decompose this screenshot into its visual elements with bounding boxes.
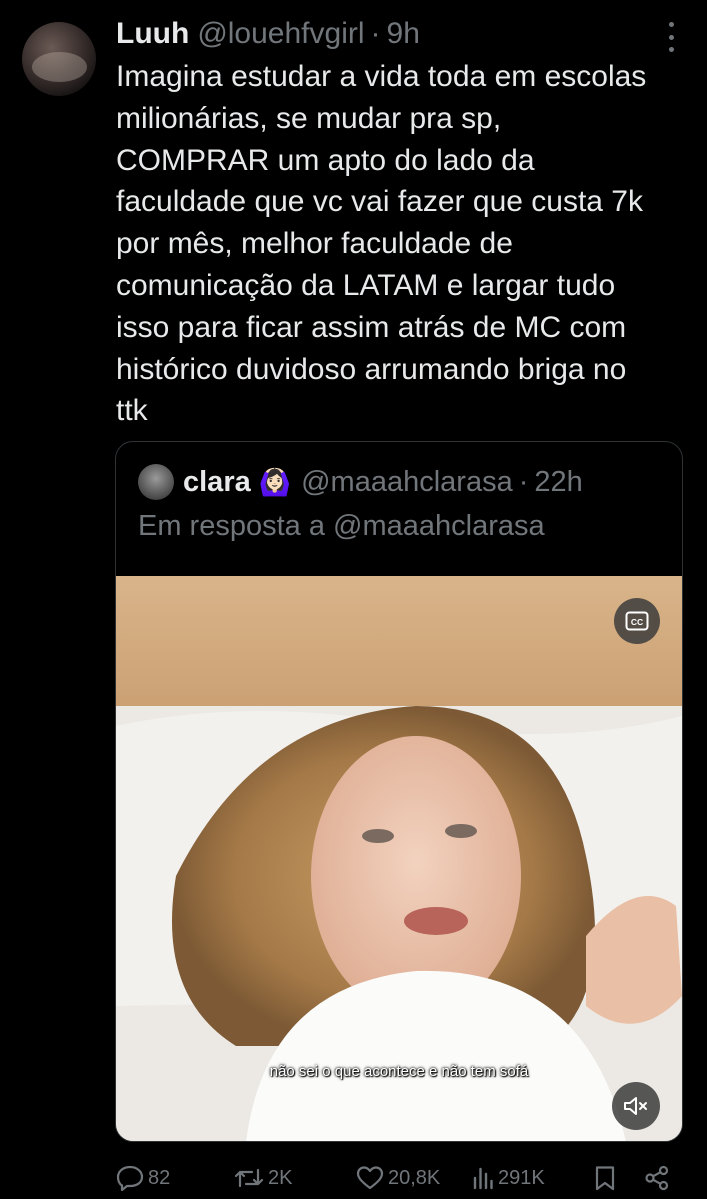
tweet-text: Imagina estudar a vida toda em escolas m… xyxy=(116,60,647,428)
closed-captions-icon[interactable]: CC xyxy=(614,598,660,644)
muted-speaker-icon[interactable] xyxy=(612,1082,660,1130)
more-options-icon[interactable] xyxy=(665,22,677,52)
views-icon xyxy=(473,1167,493,1190)
reply-count: 82 xyxy=(148,1166,171,1189)
author-name[interactable]: Luuh xyxy=(116,17,189,51)
video-subtitle: não sei o que acontece e não tem sofá xyxy=(269,1063,529,1080)
quoted-author-name: clara xyxy=(183,465,251,498)
share-icon xyxy=(645,1165,669,1191)
repost-button[interactable]: 2K xyxy=(234,1162,292,1194)
share-button[interactable] xyxy=(644,1162,670,1194)
author-avatar[interactable] xyxy=(22,22,96,96)
bookmark-button[interactable] xyxy=(594,1162,616,1194)
reply-icon xyxy=(116,1165,144,1191)
separator-dot: · xyxy=(370,17,381,50)
tweet-time[interactable]: 9h xyxy=(387,17,420,51)
reply-button[interactable]: 82 xyxy=(116,1162,170,1194)
quoted-author-avatar xyxy=(138,464,174,500)
video-player[interactable]: CC não sei o que acontece e não tem sofá xyxy=(116,576,682,1141)
like-button[interactable]: 20,8K xyxy=(356,1162,440,1194)
quoted-author-handle: @maaahclarasa xyxy=(301,465,513,498)
repost-icon xyxy=(234,1168,264,1188)
quoted-author-emoji: 🙆🏻‍♀️ xyxy=(258,466,292,497)
heart-icon xyxy=(356,1166,384,1190)
tweet-header: Luuh @louehfvgirl · 9h xyxy=(116,16,420,52)
like-count: 20,8K xyxy=(388,1166,441,1189)
svg-text:CC: CC xyxy=(631,617,643,627)
quoted-time: 22h xyxy=(534,465,583,498)
reply-context: Em resposta a @maaahclarasa xyxy=(138,510,545,542)
bookmark-icon xyxy=(595,1166,615,1191)
quoted-tweet[interactable]: clara 🙆🏻‍♀️ @maaahclarasa · 22h Em respo… xyxy=(115,441,683,1142)
views-button[interactable]: 291K xyxy=(472,1162,545,1194)
repost-count: 2K xyxy=(268,1166,293,1189)
video-frame xyxy=(116,576,682,1141)
action-bar: 82 2K 20,8K 291K xyxy=(116,1162,676,1194)
quoted-separator-dot: · xyxy=(518,465,529,498)
author-handle[interactable]: @louehfvgirl xyxy=(197,17,364,51)
views-count: 291K xyxy=(498,1166,545,1189)
quoted-header: clara 🙆🏻‍♀️ @maaahclarasa · 22h xyxy=(138,464,583,500)
